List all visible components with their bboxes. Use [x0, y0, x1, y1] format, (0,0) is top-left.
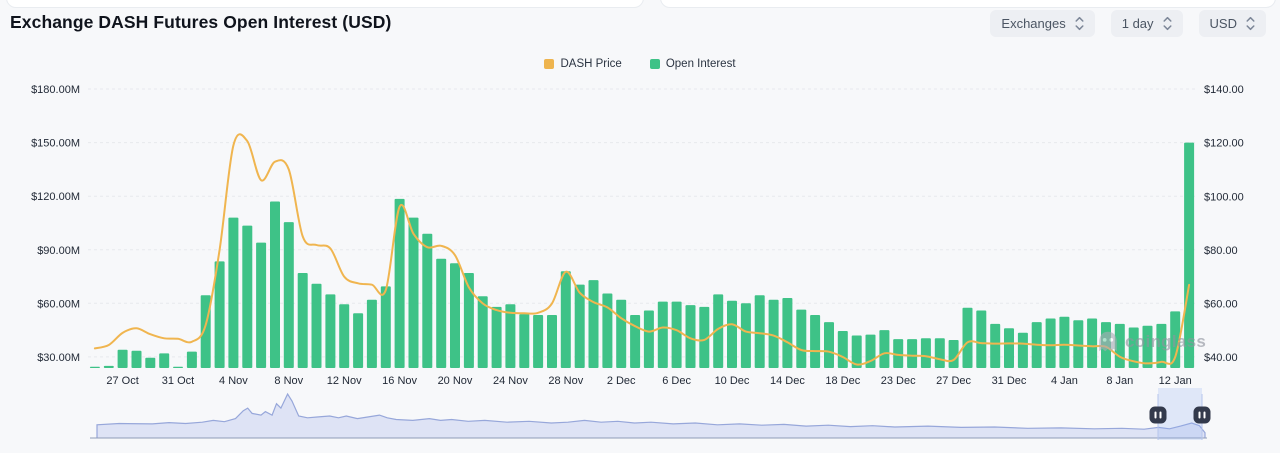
x-axis-tick-label: 12 Nov: [327, 375, 362, 387]
open-interest-bar: [616, 300, 626, 368]
open-interest-bar: [118, 350, 128, 368]
right-axis-tick-label: $40.00: [1204, 352, 1238, 364]
open-interest-bar: [1018, 333, 1028, 368]
open-interest-bar: [782, 298, 792, 368]
open-interest-bar: [478, 296, 488, 368]
open-interest-bar: [145, 358, 155, 368]
left-axis-tick-label: $180.00M: [31, 84, 80, 96]
open-interest-bar: [1087, 319, 1097, 369]
open-interest-bar: [436, 259, 446, 368]
open-interest-bar: [547, 315, 557, 368]
open-interest-bar: [1143, 326, 1153, 368]
open-interest-bar: [270, 202, 280, 369]
open-interest-bar: [187, 352, 197, 368]
open-interest-bar: [1046, 319, 1056, 369]
left-axis-tick-label: $120.00M: [31, 191, 80, 203]
x-axis-tick-label: 6 Dec: [662, 375, 691, 387]
x-axis-tick-label: 8 Jan: [1106, 375, 1133, 387]
open-interest-bar: [1101, 322, 1111, 368]
right-axis-tick-label: $60.00: [1204, 298, 1238, 310]
left-axis-tick-label: $90.00M: [37, 245, 80, 257]
open-interest-bar: [1059, 317, 1069, 368]
open-interest-bar: [921, 338, 931, 368]
open-interest-bar: [658, 302, 668, 368]
open-interest-bar: [976, 311, 986, 369]
open-interest-bar: [1004, 328, 1014, 368]
right-axis-tick-label: $80.00: [1204, 245, 1238, 257]
open-interest-bar: [519, 314, 529, 368]
x-axis-tick-label: 31 Oct: [162, 375, 194, 387]
x-axis-tick-label: 31 Dec: [992, 375, 1027, 387]
open-interest-bar: [256, 243, 266, 368]
open-interest-bar: [963, 308, 973, 368]
open-interest-bar: [450, 263, 460, 368]
open-interest-bar: [990, 324, 1000, 368]
open-interest-bar: [1184, 143, 1194, 368]
navigator-area[interactable]: [97, 394, 1205, 438]
open-interest-bar: [602, 294, 612, 369]
left-axis-tick-label: $60.00M: [37, 298, 80, 310]
navigator-handle-left[interactable]: [1150, 407, 1167, 424]
x-axis-tick-label: 20 Nov: [438, 375, 473, 387]
x-axis-tick-label: 28 Nov: [548, 375, 583, 387]
open-interest-bar: [824, 322, 834, 368]
open-interest-bar: [409, 218, 419, 368]
right-axis-tick-label: $120.00: [1204, 138, 1244, 150]
open-interest-bar: [104, 366, 114, 368]
open-interest-bar: [492, 307, 502, 368]
x-axis-tick-label: 10 Dec: [715, 375, 750, 387]
open-interest-bar: [561, 271, 571, 368]
x-axis-tick-label: 4 Jan: [1051, 375, 1078, 387]
open-interest-bar: [741, 303, 751, 368]
open-interest-bar: [727, 301, 737, 368]
open-interest-bar: [1115, 324, 1125, 368]
x-axis-tick-label: 8 Nov: [274, 375, 303, 387]
x-axis-tick-label: 27 Dec: [936, 375, 971, 387]
open-interest-bar: [935, 338, 945, 368]
open-interest-bar: [353, 313, 363, 368]
open-interest-bar: [838, 331, 848, 368]
open-interest-bar: [173, 367, 183, 368]
open-interest-bar: [879, 330, 889, 368]
open-interest-bar: [907, 339, 917, 368]
open-interest-bar: [339, 304, 349, 368]
x-axis-tick-label: 2 Dec: [607, 375, 636, 387]
open-interest-bar: [381, 286, 391, 368]
open-interest-bar: [755, 295, 765, 368]
right-axis-tick-label: $100.00: [1204, 191, 1244, 203]
x-axis-tick-label: 12 Jan: [1159, 375, 1192, 387]
right-axis-tick-label: $140.00: [1204, 84, 1244, 96]
open-interest-bar: [90, 367, 100, 368]
open-interest-bar: [325, 294, 335, 368]
open-interest-bar: [949, 340, 959, 368]
open-interest-bar: [1073, 320, 1083, 368]
left-axis-tick-label: $150.00M: [31, 138, 80, 150]
x-axis-tick-label: 27 Oct: [106, 375, 138, 387]
open-interest-bar: [644, 311, 654, 369]
open-interest-bar: [132, 351, 142, 368]
open-interest-bar: [796, 310, 806, 368]
open-interest-bar: [810, 315, 820, 368]
x-axis-tick-label: 14 Dec: [770, 375, 805, 387]
left-axis-tick-label: $30.00M: [37, 352, 80, 364]
open-interest-bar: [422, 234, 432, 368]
x-axis-tick-label: 24 Nov: [493, 375, 528, 387]
x-axis-tick-label: 23 Dec: [881, 375, 916, 387]
open-interest-bar: [284, 222, 294, 368]
open-interest-bar: [533, 315, 543, 368]
open-interest-bar: [589, 280, 599, 368]
chart-plot-area[interactable]: $180.00M $150.00M $120.00M $90.00M $60.00M $3…: [0, 0, 1280, 453]
open-interest-bar: [672, 302, 682, 368]
open-interest-bar: [630, 315, 640, 368]
open-interest-bar: [367, 300, 377, 368]
open-interest-bar: [228, 218, 238, 368]
open-interest-bar: [159, 353, 169, 368]
open-interest-bar: [242, 226, 252, 368]
x-axis-tick-label: 18 Dec: [825, 375, 860, 387]
navigator-handle-right[interactable]: [1194, 407, 1211, 424]
open-interest-bar: [312, 284, 322, 368]
open-interest-bar: [298, 273, 308, 368]
x-axis-tick-label: 16 Nov: [382, 375, 417, 387]
x-axis-tick-label: 4 Nov: [219, 375, 248, 387]
